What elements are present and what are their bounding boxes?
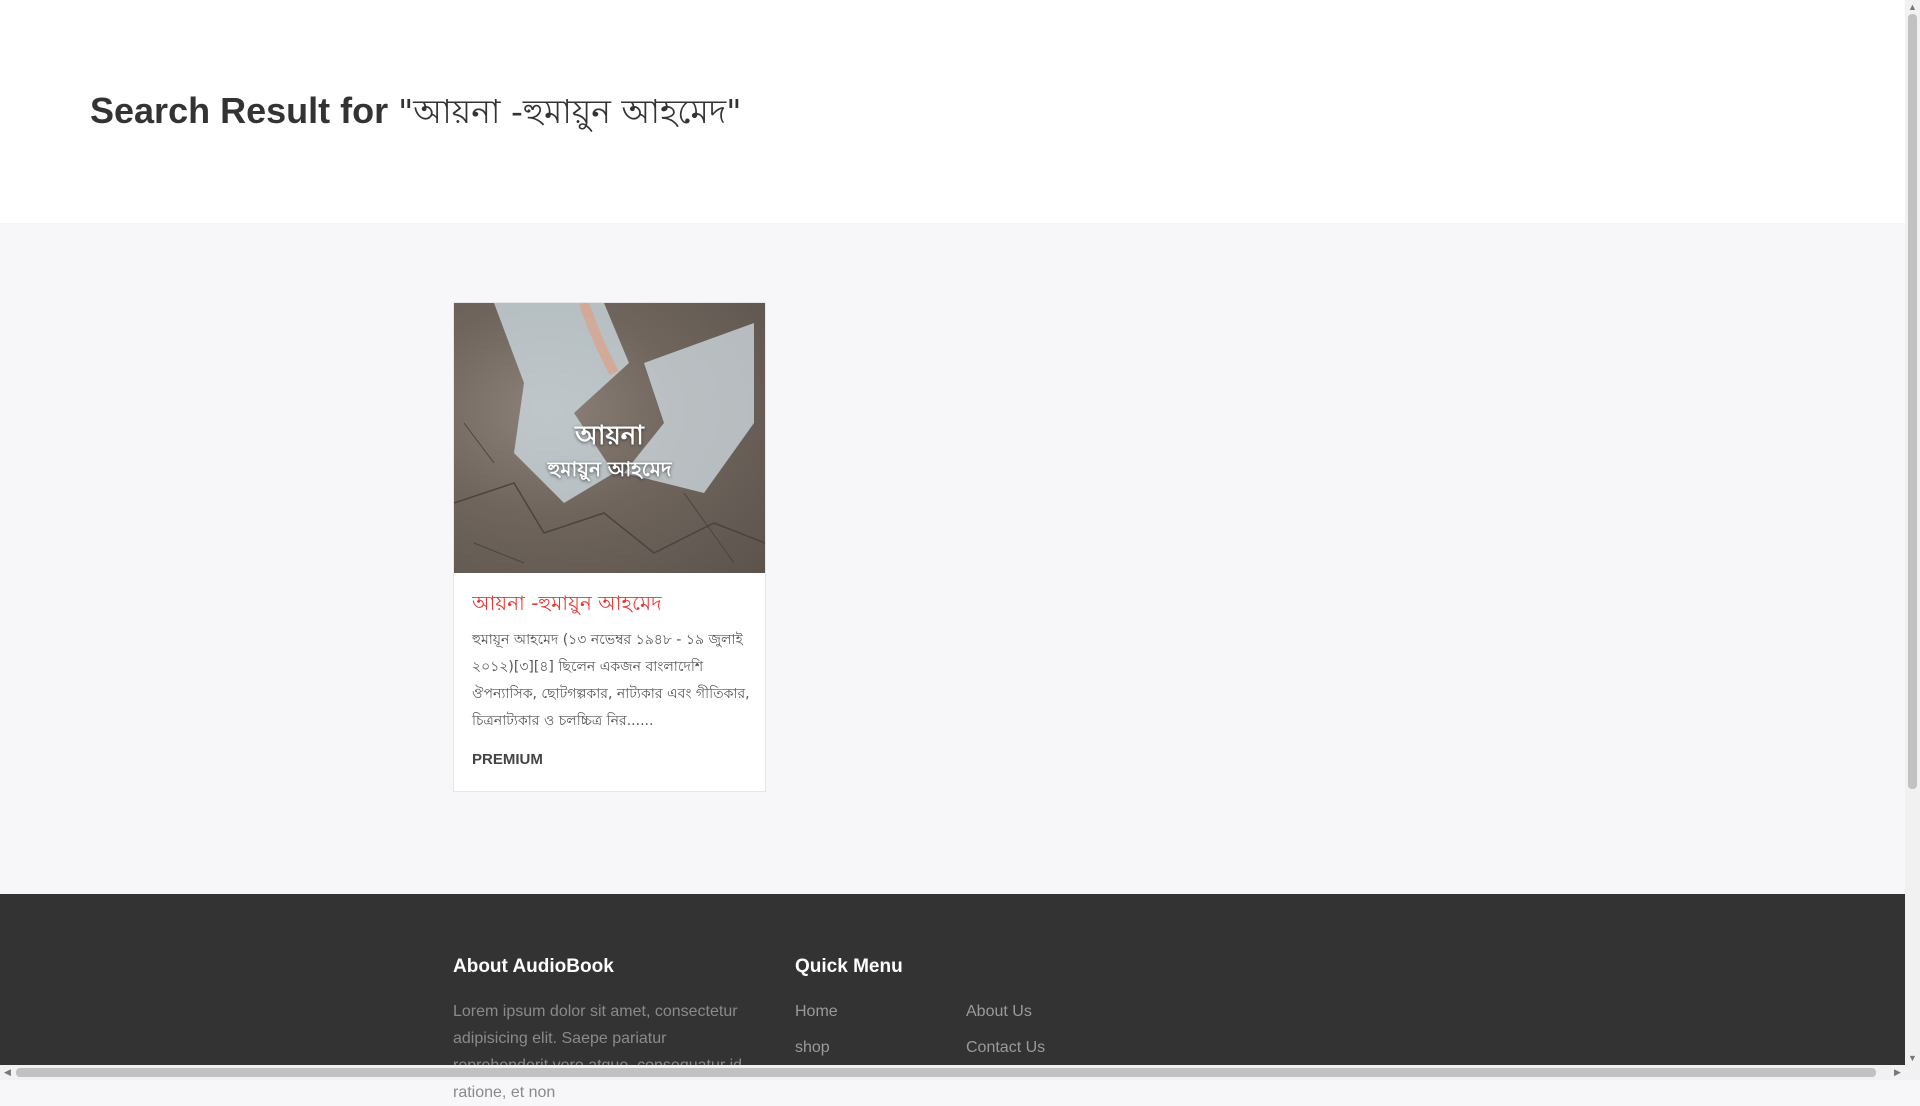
footer-about-heading: About AudioBook — [453, 956, 614, 977]
book-description: হুমায়ূন আহমেদ (১৩ নভেম্বর ১৯৪৮ - ১৯ জুল… — [472, 632, 750, 729]
cover-title-text: আয়না — [575, 421, 644, 451]
book-title-link[interactable]: আয়না -হুমায়ুন আহমেদ — [472, 589, 752, 622]
triangle-left-icon[interactable]: ◀ — [0, 1065, 15, 1080]
premium-badge: PREMIUM — [472, 751, 543, 768]
footer-link-about-us[interactable]: About Us — [966, 1003, 1032, 1021]
book-cover-image[interactable]: আয়না হুমায়ুন আহমেদ — [454, 303, 765, 573]
search-query: "আয়না -হুমায়ুন আহমেদ" — [398, 92, 742, 131]
triangle-up-icon[interactable]: ▲ — [1905, 0, 1920, 14]
horizontal-scrollbar[interactable]: ◀ ▶ — [0, 1065, 1905, 1080]
horizontal-scrollbar-thumb[interactable] — [16, 1068, 1876, 1077]
book-card[interactable]: আয়না হুমায়ুন আহমেদ আয়না -হুমায়ুন আহম… — [453, 302, 766, 792]
page-title: Search Result for "আয়না -হুমায়ুন আহমেদ… — [90, 86, 741, 142]
footer-link-contact-us[interactable]: Contact Us — [966, 1039, 1045, 1057]
page-header: Search Result for "আয়না -হুমায়ুন আহমেদ… — [0, 0, 1905, 223]
site-footer — [0, 894, 1905, 1080]
footer-quick-menu-heading: Quick Menu — [795, 956, 903, 977]
footer-link-home[interactable]: Home — [795, 1003, 838, 1021]
footer-about-text: Lorem ipsum dolor sit amet, consectetur … — [453, 1003, 742, 1101]
triangle-down-icon[interactable]: ▼ — [1905, 1051, 1920, 1065]
footer-link-shop[interactable]: shop — [795, 1039, 830, 1057]
title-prefix: Search Result for — [90, 90, 399, 131]
cover-author-text: হুমায়ুন আহমেদ — [547, 457, 672, 481]
results-section — [0, 223, 1905, 894]
vertical-scrollbar[interactable]: ▲ ▼ — [1905, 0, 1920, 1080]
triangle-right-icon[interactable]: ▶ — [1890, 1065, 1905, 1080]
vertical-scrollbar-thumb[interactable] — [1908, 14, 1917, 789]
